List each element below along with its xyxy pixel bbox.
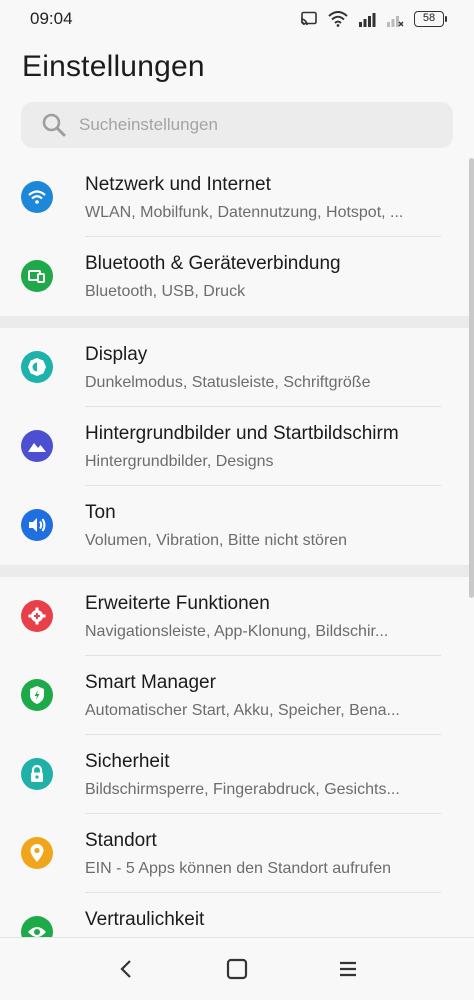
settings-item-location[interactable]: Standort EIN - 5 Apps können den Standor… [0, 814, 474, 893]
settings-item-sound[interactable]: Ton Volumen, Vibration, Bitte nicht stör… [0, 486, 474, 565]
search-placeholder: Sucheinstellungen [79, 115, 218, 134]
settings-item-network[interactable]: Netzwerk und Internet WLAN, Mobilfunk, D… [0, 158, 474, 237]
page-title: Einstellungen [22, 50, 205, 83]
settings-item-wallpaper[interactable]: Hintergrundbilder und Startbildschirm Hi… [0, 407, 474, 486]
item-subtitle: Volumen, Vibration, Bitte nicht stören [85, 532, 348, 549]
lock-icon [21, 758, 53, 790]
battery-indicator: 58 [414, 11, 447, 27]
item-title: Smart Manager [85, 672, 216, 693]
location-icon [21, 837, 53, 869]
signal-off-icon [387, 16, 404, 27]
item-title: Erweiterte Funktionen [85, 593, 270, 614]
settings-item-security[interactable]: Sicherheit Bildschirmsperre, Fingerabdru… [0, 735, 474, 814]
item-subtitle: EIN - 5 Apps können den Standort aufrufe… [85, 860, 391, 877]
status-time: 09:04 [30, 9, 73, 28]
item-title: Display [85, 344, 148, 365]
settings-item-bluetooth[interactable]: Bluetooth & Geräteverbindung Bluetooth, … [0, 237, 474, 316]
item-subtitle: Bildschirmsperre, Fingerabdruck, Gesicht… [85, 781, 400, 798]
item-subtitle: WLAN, Mobilfunk, Datennutzung, Hotspot, … [85, 204, 404, 221]
devices-icon [21, 260, 53, 292]
settings-group: Erweiterte Funktionen Navigationsleiste,… [0, 577, 474, 972]
item-title: Sicherheit [85, 751, 170, 772]
cast-icon [300, 11, 317, 26]
gear-plus-icon [21, 600, 53, 632]
home-icon [226, 958, 248, 980]
menu-icon [340, 961, 357, 977]
scrollbar[interactable] [469, 158, 474, 598]
settings-item-smart-manager[interactable]: Smart Manager Automatischer Start, Akku,… [0, 656, 474, 735]
status-icons: 58 [300, 11, 447, 27]
item-title: Netzwerk und Internet [85, 174, 271, 195]
volume-icon [21, 509, 53, 541]
item-subtitle: Navigationsleiste, App-Klonung, Bildschi… [85, 623, 389, 640]
settings-list: Netzwerk und Internet WLAN, Mobilfunk, D… [0, 158, 474, 972]
settings-group: Display Dunkelmodus, Statusleiste, Schri… [0, 328, 474, 565]
brightness-icon [21, 351, 53, 383]
item-subtitle: Automatischer Start, Akku, Speicher, Ben… [85, 702, 400, 719]
group-separator [0, 316, 474, 328]
item-title: Ton [85, 502, 116, 523]
item-title: Vertraulichkeit [85, 909, 205, 930]
recents-button[interactable] [328, 949, 368, 989]
wifi-status-icon [328, 11, 348, 27]
item-subtitle: Bluetooth, USB, Druck [85, 283, 246, 300]
signal-icon [359, 13, 376, 27]
navigation-bar [0, 937, 474, 1000]
home-button[interactable] [217, 949, 257, 989]
shield-icon [21, 679, 53, 711]
settings-item-advanced[interactable]: Erweiterte Funktionen Navigationsleiste,… [0, 577, 474, 656]
back-button[interactable] [106, 949, 146, 989]
search-input[interactable]: Sucheinstellungen [21, 102, 453, 148]
item-title: Hintergrundbilder und Startbildschirm [85, 423, 399, 444]
group-separator [0, 565, 474, 577]
settings-group: Netzwerk und Internet WLAN, Mobilfunk, D… [0, 158, 474, 316]
item-subtitle: Hintergrundbilder, Designs [85, 453, 274, 470]
item-subtitle: Dunkelmodus, Statusleiste, Schriftgröße [85, 374, 371, 391]
wallpaper-icon [21, 430, 53, 462]
status-bar: 09:04 58 [0, 0, 474, 38]
item-title: Standort [85, 830, 157, 851]
search-icon [42, 113, 66, 137]
item-title: Bluetooth & Geräteverbindung [85, 253, 341, 274]
wifi-icon [21, 181, 53, 213]
settings-item-display[interactable]: Display Dunkelmodus, Statusleiste, Schri… [0, 328, 474, 407]
back-icon [120, 960, 131, 978]
